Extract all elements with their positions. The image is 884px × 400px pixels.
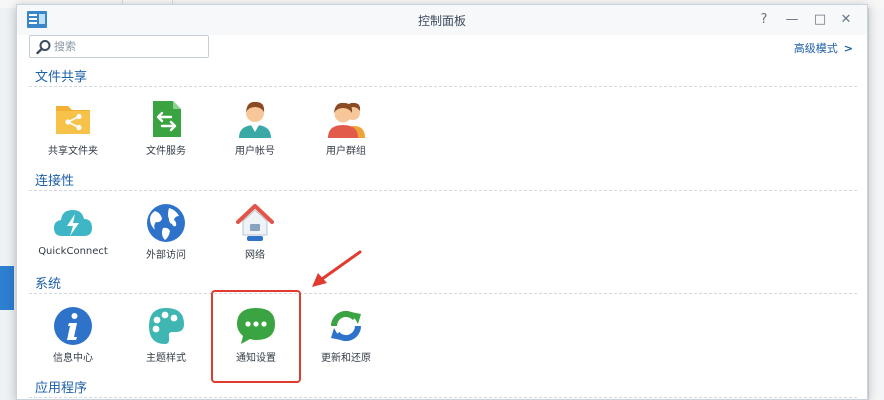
annotation-arrow [312,250,362,287]
